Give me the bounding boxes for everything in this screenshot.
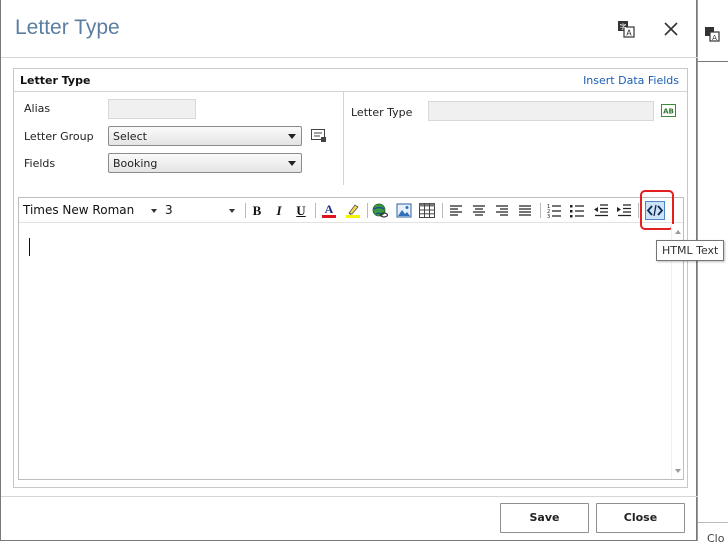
insert-table-button[interactable] — [418, 202, 436, 219]
html-editor: Times New Roman 3 B I U A 1 2 3 — [18, 190, 684, 480]
svg-text:A: A — [712, 34, 717, 42]
translate-icon: A — [705, 27, 720, 42]
chevron-down-icon — [229, 209, 235, 213]
code-icon — [646, 204, 664, 217]
panel-header: Letter Type Insert Data Fields — [14, 69, 687, 92]
title-divider — [1, 57, 698, 58]
letter-type-panel: Letter Type Insert Data Fields Alias Let… — [13, 68, 688, 488]
font-size-select[interactable]: 3 — [165, 203, 237, 219]
toolbar-separator — [442, 203, 443, 218]
scroll-up-icon[interactable] — [675, 230, 681, 234]
footer-divider — [1, 496, 698, 497]
text-field-icon[interactable]: AB — [661, 104, 676, 117]
chevron-down-icon — [288, 134, 296, 139]
insert-data-fields-link[interactable]: Insert Data Fields — [583, 74, 679, 87]
align-center-button[interactable] — [470, 202, 488, 219]
italic-button[interactable]: I — [270, 202, 288, 219]
save-button[interactable]: Save — [500, 503, 589, 533]
svg-text:3: 3 — [547, 214, 550, 219]
editor-content-area[interactable] — [19, 224, 671, 479]
translate-icon[interactable]: A 字 — [617, 20, 635, 38]
close-button[interactable]: Close — [596, 503, 685, 533]
html-text-tooltip: HTML Text — [656, 240, 725, 261]
panel-title: Letter Type — [20, 74, 91, 87]
svg-text:字: 字 — [620, 22, 627, 31]
insert-link-button[interactable] — [371, 202, 389, 219]
background-partial-label: Clo — [707, 532, 725, 545]
align-center-icon — [473, 205, 485, 216]
editor-toolbar: Times New Roman 3 B I U A 1 2 3 — [19, 190, 683, 230]
editor-scrollbar[interactable] — [671, 224, 683, 479]
unordered-list-icon — [570, 205, 584, 218]
numbered-list-button[interactable]: 1 2 3 — [545, 202, 563, 219]
bold-button[interactable]: B — [248, 202, 266, 219]
align-justify-icon — [519, 205, 531, 216]
insert-image-button[interactable] — [395, 202, 413, 219]
table-icon — [419, 203, 435, 218]
bullet-list-button[interactable] — [568, 202, 586, 219]
highlighter-icon — [346, 204, 360, 218]
indent-icon — [617, 204, 631, 217]
outdent-icon — [594, 204, 608, 217]
alias-row: Alias — [14, 98, 344, 120]
font-color-icon: A — [322, 202, 336, 218]
scroll-down-icon[interactable] — [675, 469, 681, 473]
letter-type-label: Letter Type — [351, 106, 413, 119]
html-text-button[interactable] — [645, 201, 665, 220]
background-window-edge: A Clo — [697, 0, 728, 545]
close-icon[interactable] — [662, 20, 680, 38]
alias-input[interactable] — [108, 99, 196, 119]
chevron-down-icon — [288, 161, 296, 166]
toolbar-separator — [315, 203, 316, 218]
align-left-icon — [450, 205, 462, 216]
fields-value: Booking — [113, 157, 158, 170]
form-right-section: Letter Type AB — [344, 92, 687, 185]
ordered-list-icon: 1 2 3 — [547, 204, 561, 219]
justify-button[interactable] — [516, 202, 534, 219]
image-icon — [396, 203, 412, 218]
letter-type-dialog: Letter Type A 字 Letter Type Insert Data … — [0, 0, 698, 541]
fields-row: Fields Booking — [14, 153, 344, 175]
font-color-button[interactable]: A — [320, 202, 338, 219]
chevron-down-icon — [151, 209, 157, 213]
align-left-button[interactable] — [447, 202, 465, 219]
letter-group-select[interactable]: Select — [108, 126, 302, 146]
highlight-color-button[interactable] — [344, 202, 362, 219]
toolbar-separator — [638, 203, 639, 218]
fields-label: Fields — [24, 157, 56, 170]
toolbar-separator — [367, 203, 368, 218]
fields-select[interactable]: Booking — [108, 153, 302, 173]
background-divider — [698, 61, 728, 62]
align-right-button[interactable] — [493, 202, 511, 219]
align-right-icon — [496, 205, 508, 216]
font-size-value: 3 — [165, 203, 173, 217]
letter-type-input[interactable] — [428, 101, 654, 121]
outdent-button[interactable] — [592, 202, 610, 219]
toolbar-separator — [245, 203, 246, 218]
font-family-select[interactable]: Times New Roman — [23, 203, 159, 219]
text-caret — [29, 238, 30, 256]
svg-text:A: A — [626, 29, 632, 38]
list-manage-icon[interactable] — [311, 129, 327, 143]
font-family-value: Times New Roman — [23, 203, 135, 217]
form-left-section: Alias Letter Group Select Fields Booking — [14, 92, 344, 185]
toolbar-separator — [540, 203, 541, 218]
globe-link-icon — [372, 203, 389, 218]
letter-group-value: Select — [113, 130, 147, 143]
svg-text:AB: AB — [663, 108, 674, 116]
dialog-title: Letter Type — [15, 16, 120, 39]
svg-text:A: A — [325, 202, 334, 216]
alias-label: Alias — [24, 102, 51, 115]
letter-group-label: Letter Group — [24, 130, 94, 143]
underline-button[interactable]: U — [292, 202, 310, 219]
letter-group-row: Letter Group Select — [14, 126, 344, 148]
indent-button[interactable] — [615, 202, 633, 219]
background-divider — [698, 522, 728, 523]
